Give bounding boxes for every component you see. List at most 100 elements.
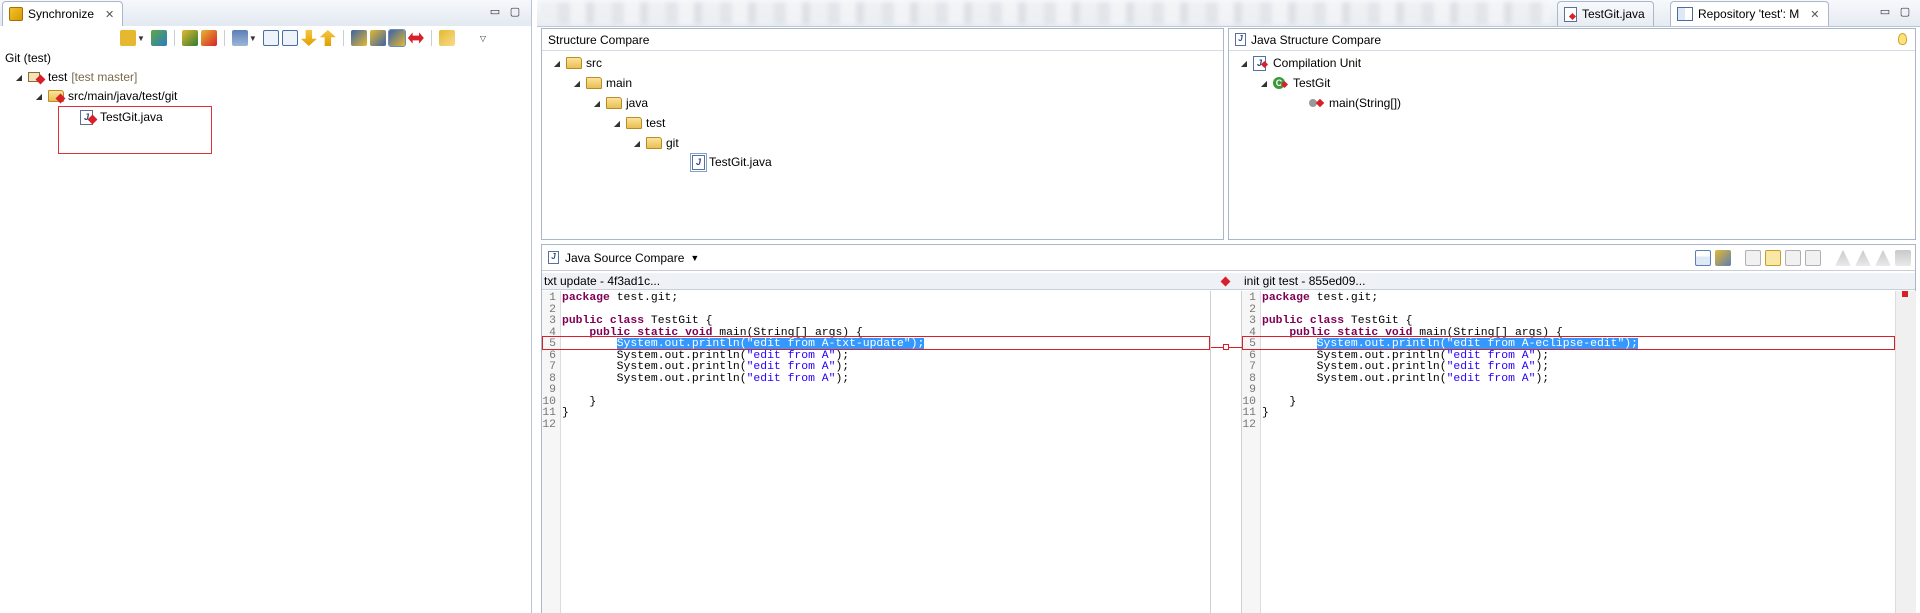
left-revision-label: txt update - 4f3ad1c... bbox=[544, 274, 661, 288]
tree-item-package-label: src/main/java/test/git bbox=[68, 89, 178, 103]
java-structure-compare-title: Java Structure Compare bbox=[1251, 32, 1382, 47]
right-code-line[interactable]: 12 bbox=[1242, 418, 1262, 432]
maximize-icon[interactable]: ▢ bbox=[508, 5, 522, 19]
folder-icon bbox=[586, 77, 602, 89]
tree-item-test[interactable]: ◢ test bbox=[612, 114, 665, 132]
tree-item-git[interactable]: ◢ git bbox=[632, 134, 679, 152]
copy-current-left-icon[interactable] bbox=[1765, 250, 1781, 266]
next-difference-icon[interactable] bbox=[300, 30, 317, 46]
back-icon[interactable] bbox=[438, 30, 455, 46]
switch-sides-icon[interactable] bbox=[1715, 250, 1731, 266]
tree-layout-icon[interactable] bbox=[231, 30, 248, 46]
right-code-line[interactable]: 1 package test.git; bbox=[1242, 291, 1378, 305]
tab-testgit-java-label: TestGit.java bbox=[1582, 7, 1645, 21]
toolbar-separator bbox=[342, 30, 344, 46]
chevron-down-icon[interactable]: ▼ bbox=[249, 34, 257, 43]
right-code-editor[interactable]: 1 package test.git; 2 3 public class TestGit… bbox=[1242, 291, 1895, 613]
java-source-compare-header: J Java Source Compare ▼ bbox=[542, 245, 1915, 271]
overview-ruler[interactable] bbox=[1895, 291, 1916, 613]
lightbulb-icon[interactable] bbox=[1898, 33, 1907, 45]
expand-icon[interactable]: ◢ bbox=[612, 119, 622, 128]
compare-icon bbox=[1677, 7, 1693, 21]
package-folder-icon bbox=[48, 89, 66, 104]
tree-item-testgit-java[interactable]: J TestGit.java bbox=[690, 152, 772, 172]
incoming-outgoing-mode-icon[interactable] bbox=[387, 29, 406, 47]
change-marker-icon[interactable] bbox=[1902, 291, 1908, 297]
synchronize-sync-icon[interactable] bbox=[120, 30, 136, 46]
minimize-icon[interactable]: ▭ bbox=[1878, 5, 1892, 19]
folder-icon bbox=[646, 137, 662, 149]
expand-icon[interactable]: ◢ bbox=[552, 59, 562, 68]
incoming-mode-icon[interactable] bbox=[350, 30, 367, 46]
tree-item-method-main[interactable]: main(String[]) bbox=[1309, 94, 1401, 112]
folder-icon bbox=[626, 117, 642, 129]
chevron-down-icon[interactable]: ▼ bbox=[690, 253, 699, 263]
previous-change-icon[interactable] bbox=[1855, 250, 1871, 266]
collapse-all-icon[interactable] bbox=[281, 30, 298, 46]
tree-item-src[interactable]: ◢ src bbox=[552, 54, 602, 72]
java-source-compare-title: Java Source Compare bbox=[565, 250, 685, 265]
synchronize-view: Synchronize ✕ ▭ ▢ ▼ ▼ ▽ Git (test) ◢ tes… bbox=[0, 0, 532, 613]
chevron-down-icon[interactable]: ▼ bbox=[137, 34, 145, 43]
close-icon[interactable]: ✕ bbox=[105, 8, 114, 21]
maximize-icon[interactable]: ▢ bbox=[1898, 5, 1912, 19]
expand-icon[interactable]: ◢ bbox=[14, 73, 24, 82]
toolbar-separator bbox=[223, 30, 225, 46]
tab-testgit-java[interactable]: TestGit.java bbox=[1557, 1, 1654, 26]
expand-icon[interactable]: ◢ bbox=[632, 139, 642, 148]
expand-icon[interactable]: ◢ bbox=[592, 99, 602, 108]
expand-icon[interactable]: ◢ bbox=[1239, 59, 1249, 68]
java-file-icon bbox=[1564, 6, 1577, 22]
class-icon: C bbox=[1273, 76, 1289, 90]
pin-icon[interactable] bbox=[150, 30, 167, 46]
toolbar-separator bbox=[173, 30, 175, 46]
minimize-icon[interactable]: ▭ bbox=[488, 5, 502, 19]
tree-item-main[interactable]: ◢ main bbox=[572, 74, 632, 92]
center-header bbox=[1210, 273, 1242, 290]
conflicts-mode-icon[interactable] bbox=[407, 32, 424, 44]
java-file-icon: J bbox=[690, 152, 707, 172]
left-revision-header: txt update - 4f3ad1c... bbox=[542, 273, 1210, 290]
project-icon bbox=[28, 70, 46, 85]
close-icon[interactable]: ✕ bbox=[1810, 8, 1819, 21]
right-code-line[interactable]: 8 System.out.println("edit from A"); bbox=[1242, 372, 1549, 386]
expand-icon[interactable]: ◢ bbox=[572, 79, 582, 88]
push-icon[interactable] bbox=[200, 30, 217, 46]
java-file-icon: J bbox=[1235, 33, 1246, 46]
expand-icon[interactable]: ◢ bbox=[34, 92, 44, 101]
copy-current-right-icon[interactable] bbox=[1805, 250, 1821, 266]
tree-item-project[interactable]: ◢ test [test master] bbox=[14, 68, 137, 86]
view-menu-icon[interactable]: ▽ bbox=[480, 34, 486, 43]
tree-item-test-label: test bbox=[646, 116, 666, 130]
tab-synchronize[interactable]: Synchronize ✕ bbox=[2, 1, 124, 26]
toggle-layout-icon[interactable] bbox=[1695, 250, 1711, 266]
java-source-compare-pane: J Java Source Compare ▼ txt update - 4f3… bbox=[541, 244, 1916, 613]
expand-all-icon[interactable] bbox=[262, 30, 279, 46]
code-text: System.out.println("edit from A"); bbox=[562, 372, 850, 385]
left-code-editor[interactable]: 1 package test.git; 2 3 public class TestGit… bbox=[542, 291, 1210, 613]
copy-all-left-icon[interactable] bbox=[1745, 250, 1761, 266]
previous-difference-icon[interactable] bbox=[319, 30, 336, 46]
tree-item-class-testgit[interactable]: ◢ C TestGit bbox=[1259, 74, 1330, 92]
tree-item-compilation-unit[interactable]: ◢ J Compilation Unit bbox=[1239, 54, 1361, 72]
next-change-icon[interactable] bbox=[1835, 250, 1851, 266]
expand-icon[interactable]: ◢ bbox=[1259, 79, 1269, 88]
tree-item-package[interactable]: ◢ src/main/java/test/git bbox=[34, 87, 177, 105]
left-code-line[interactable]: 8 System.out.println("edit from A"); bbox=[542, 372, 849, 386]
next-difference-icon[interactable] bbox=[1875, 250, 1891, 266]
left-code-line[interactable]: 12 bbox=[542, 418, 562, 432]
previous-difference-icon[interactable] bbox=[1895, 250, 1911, 266]
copy-all-right-icon[interactable] bbox=[1785, 250, 1801, 266]
outgoing-mode-icon[interactable] bbox=[369, 30, 386, 46]
folder-icon bbox=[606, 97, 622, 109]
tab-repository-compare[interactable]: Repository 'test': M ✕ bbox=[1670, 1, 1829, 26]
pull-icon[interactable] bbox=[181, 30, 198, 46]
right-revision-header: init git test - 855ed09... bbox=[1242, 273, 1915, 290]
branch-annotation: [test master] bbox=[71, 70, 138, 84]
tree-item-java[interactable]: ◢ java bbox=[592, 94, 648, 112]
structure-compare-title: Structure Compare bbox=[548, 32, 650, 47]
left-code-line[interactable]: 1 package test.git; bbox=[542, 291, 678, 305]
tree-item-class-testgit-label: TestGit bbox=[1293, 76, 1331, 90]
folder-icon bbox=[566, 57, 582, 69]
diff-connector-gutter bbox=[1210, 291, 1243, 613]
